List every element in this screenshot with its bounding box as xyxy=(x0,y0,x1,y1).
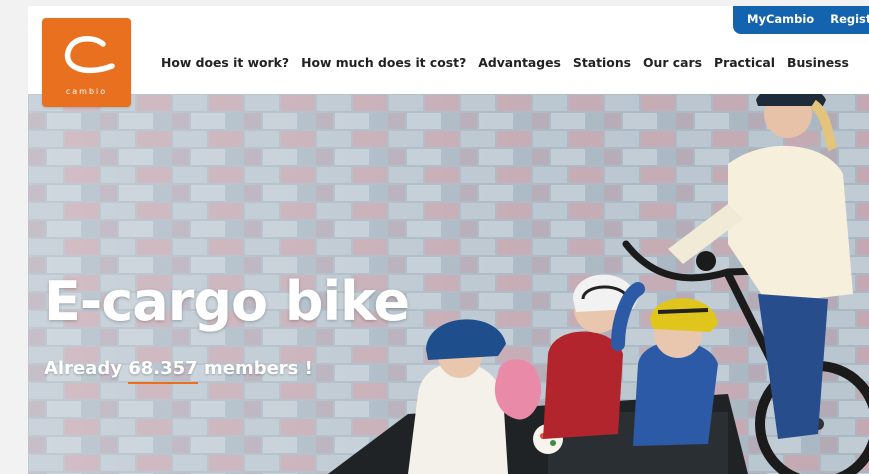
hero-title: E-cargo bike xyxy=(44,270,410,333)
hero-subtitle: Already 68.357 members ! xyxy=(44,358,313,384)
nav-practical[interactable]: Practical xyxy=(714,55,775,70)
nav-pricing[interactable]: How much does it cost? xyxy=(301,55,466,70)
nav-our-cars[interactable]: Our cars xyxy=(643,55,702,70)
mycambio-link[interactable]: MyCambio xyxy=(747,12,814,26)
cambio-logo[interactable]: cambio xyxy=(42,18,131,107)
register-link[interactable]: Regist xyxy=(830,12,869,26)
account-tab: MyCambio Regist xyxy=(733,6,869,34)
nav-how-it-works[interactable]: How does it work? xyxy=(161,55,289,70)
member-count: 68.357 xyxy=(128,358,199,384)
nav-stations[interactable]: Stations xyxy=(573,55,631,70)
main-nav: How does it work? How much does it cost?… xyxy=(161,55,861,70)
hero-banner: E-cargo bike Already 68.357 members ! xyxy=(28,94,869,474)
site-header: MyCambio Regist How does it work? How mu… xyxy=(28,6,869,94)
page: MyCambio Regist How does it work? How mu… xyxy=(28,6,869,474)
logo-wordmark: cambio xyxy=(65,87,108,96)
nav-advantages[interactable]: Advantages xyxy=(478,55,561,70)
subtitle-prefix: Already xyxy=(44,358,122,379)
subtitle-suffix: members ! xyxy=(203,358,313,379)
nav-business[interactable]: Business xyxy=(787,55,849,70)
